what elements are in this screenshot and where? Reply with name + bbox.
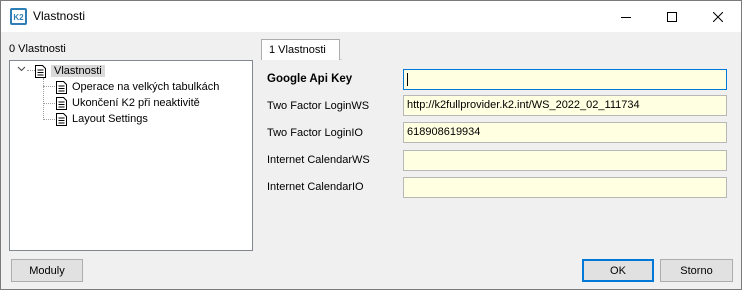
title-bar[interactable]: K2 Vlastnosti: [1, 1, 741, 32]
two-factor-login-ws-value: http://k2fullprovider.k2.int/WS_2022_02_…: [407, 99, 640, 111]
maximize-icon: [667, 11, 677, 22]
tab-properties[interactable]: 1 Vlastnosti: [261, 39, 340, 60]
properties-tree[interactable]: Vlastnosti Operace na velkých tabulkách …: [9, 60, 253, 251]
minimize-icon: [621, 16, 631, 18]
two-factor-login-io-value: 618908619934: [407, 126, 481, 138]
internet-calendar-io-label: Internet CalendarIO: [267, 181, 364, 193]
tree-item-label: Ukončení K2 při neaktivitě: [72, 97, 200, 109]
document-icon: [56, 80, 67, 94]
internet-calendar-io-input[interactable]: [403, 177, 727, 198]
two-factor-login-ws-label: Two Factor LoginWS: [267, 100, 370, 112]
modules-button[interactable]: Moduly: [11, 259, 83, 282]
document-icon: [56, 112, 67, 126]
tree-connector: [43, 86, 55, 87]
close-button[interactable]: [695, 1, 741, 32]
tree-item-root[interactable]: Vlastnosti: [35, 63, 105, 79]
maximize-button[interactable]: [649, 1, 695, 32]
tree-item-large-tables[interactable]: Operace na velkých tabulkách: [56, 79, 219, 95]
app-icon-text: K2: [13, 13, 24, 22]
window-title: Vlastnosti: [33, 9, 86, 23]
properties-dialog: K2 Vlastnosti 0 Vlastnosti Vlastnosti Op…: [0, 0, 742, 290]
tree-connector: [27, 70, 35, 71]
tree-connector: [43, 78, 44, 120]
tab-divider: [340, 59, 342, 60]
tree-item-layout-settings[interactable]: Layout Settings: [56, 111, 148, 127]
close-icon: [713, 11, 723, 22]
cancel-button[interactable]: Storno: [660, 259, 733, 282]
two-factor-login-ws-input[interactable]: http://k2fullprovider.k2.int/WS_2022_02_…: [403, 95, 727, 116]
internet-calendar-ws-input[interactable]: [403, 150, 727, 171]
tree-item-label: Vlastnosti: [51, 65, 105, 77]
internet-calendar-ws-label: Internet CalendarWS: [267, 154, 370, 166]
document-icon: [56, 96, 67, 110]
google-api-key-input[interactable]: [403, 69, 727, 90]
minimize-button[interactable]: [603, 1, 649, 32]
ok-button[interactable]: OK: [582, 259, 654, 282]
tree-item-label: Layout Settings: [72, 113, 148, 125]
two-factor-login-io-input[interactable]: 618908619934: [403, 122, 727, 143]
document-icon: [35, 64, 46, 78]
text-caret: [407, 73, 408, 86]
k2-app-icon: K2: [10, 8, 27, 25]
left-panel-label: 0 Vlastnosti: [9, 43, 66, 55]
two-factor-login-io-label: Two Factor LoginIO: [267, 127, 363, 139]
google-api-key-label: Google Api Key: [267, 73, 353, 85]
tree-connector: [43, 119, 55, 120]
tree-item-label: Operace na velkých tabulkách: [72, 81, 220, 93]
tree-item-inactivity[interactable]: Ukončení K2 při neaktivitě: [56, 95, 200, 111]
chevron-down-icon[interactable]: [17, 66, 26, 72]
tree-connector: [43, 103, 55, 104]
